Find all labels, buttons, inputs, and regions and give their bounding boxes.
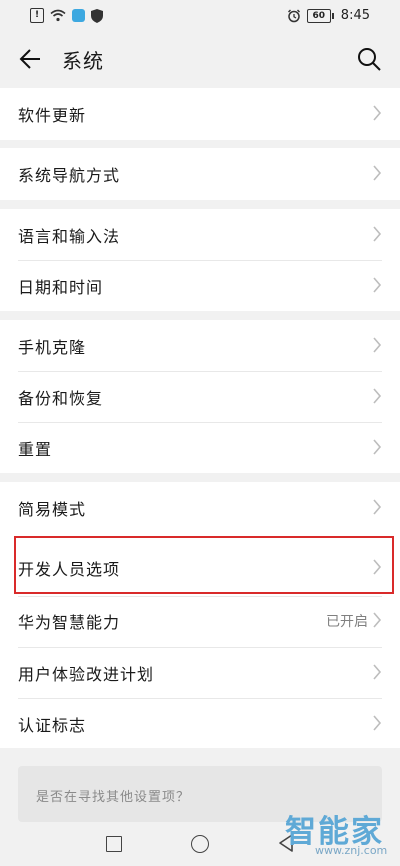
row-backup-restore[interactable]: 备份和恢复: [0, 371, 400, 422]
chevron-right-icon: [373, 105, 382, 121]
chevron-right-icon: [373, 559, 382, 575]
chevron-right-icon: [373, 337, 382, 353]
clock: 8:45: [340, 8, 370, 23]
row-label: 手机克隆: [18, 338, 87, 357]
group-software-update: 软件更新: [0, 88, 400, 140]
chevron-right-icon: [373, 388, 382, 404]
row-label: 认证标志: [18, 716, 87, 735]
row-certification[interactable]: 认证标志: [0, 698, 400, 749]
search-icon: [358, 48, 381, 71]
row-language-input[interactable]: 语言和输入法: [0, 209, 400, 260]
alarm-icon: [287, 9, 300, 22]
row-system-navigation[interactable]: 系统导航方式: [0, 148, 400, 199]
row-label: 备份和恢复: [18, 389, 104, 408]
chevron-right-icon: [373, 499, 382, 515]
home-button[interactable]: [191, 835, 209, 853]
chevron-right-icon: [373, 439, 382, 455]
row-user-experience[interactable]: 用户体验改进计划: [0, 647, 400, 698]
row-date-time[interactable]: 日期和时间: [0, 260, 400, 311]
row-label: 重置: [18, 440, 53, 459]
chevron-right-icon: [373, 277, 382, 293]
row-label: 简易模式: [18, 500, 87, 519]
status-bar: ! 60 8:45: [0, 0, 400, 32]
chevron-right-icon: [373, 226, 382, 242]
divider: [18, 537, 382, 538]
row-label: 华为智慧能力: [18, 613, 121, 632]
group-language-date: 语言和输入法 日期和时间: [0, 209, 400, 311]
recent-apps-button[interactable]: [106, 836, 122, 852]
app-notification-icon: [72, 9, 85, 22]
group-navigation: 系统导航方式: [0, 148, 400, 200]
row-developer-options[interactable]: 开发人员选项: [0, 542, 400, 593]
alert-icon: !: [30, 8, 44, 23]
group-advanced: 简易模式 开发人员选项 华为智慧能力 已开启 用户体验改进计划 认证标志: [0, 482, 400, 748]
row-huawei-ai[interactable]: 华为智慧能力 已开启: [0, 595, 400, 646]
row-label: 系统导航方式: [18, 166, 121, 185]
search-button[interactable]: [354, 44, 384, 74]
watermark: 智能家 www.znj.com: [285, 806, 395, 862]
row-label: 用户体验改进计划: [18, 665, 155, 684]
chevron-right-icon: [373, 715, 382, 731]
row-reset[interactable]: 重置: [0, 422, 400, 473]
arrow-left-icon: [19, 49, 40, 69]
row-label: 语言和输入法: [18, 227, 121, 246]
group-clone-backup-reset: 手机克隆 备份和恢复 重置: [0, 320, 400, 473]
page-title: 系统: [62, 49, 104, 73]
shield-icon: [91, 8, 103, 23]
suggestion-text: 是否在寻找其他设置项？: [36, 790, 191, 805]
chevron-right-icon: [373, 165, 382, 181]
row-simple-mode[interactable]: 简易模式: [0, 482, 400, 533]
status-right-icons: 60 8:45: [287, 8, 370, 23]
app-header: 系统: [0, 32, 400, 84]
chevron-right-icon: [373, 664, 382, 680]
back-button[interactable]: [16, 44, 46, 74]
row-label: 软件更新: [18, 106, 87, 125]
wifi-icon: [50, 9, 66, 22]
battery-indicator: 60: [306, 8, 334, 23]
row-software-update[interactable]: 软件更新: [0, 88, 400, 139]
chevron-right-icon: [373, 612, 382, 628]
status-value: 已开启: [326, 614, 368, 630]
status-left-icons: !: [30, 8, 103, 23]
row-label: 日期和时间: [18, 278, 104, 297]
row-phone-clone[interactable]: 手机克隆: [0, 320, 400, 371]
watermark-url: www.znj.com: [315, 844, 388, 857]
row-label: 开发人员选项: [18, 560, 121, 579]
